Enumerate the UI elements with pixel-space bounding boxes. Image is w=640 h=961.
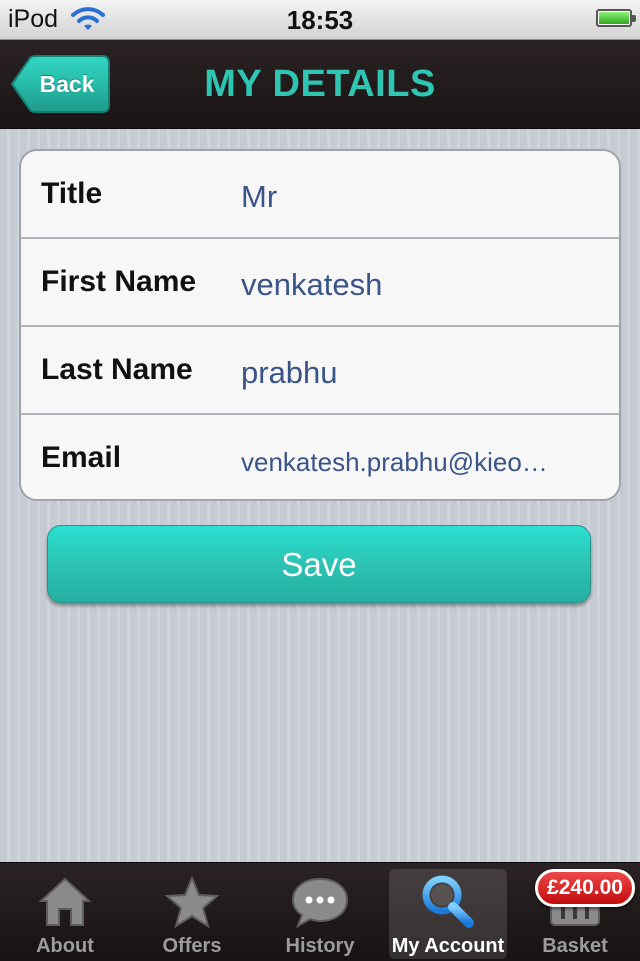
status-bar: iPod 18:53 [0, 0, 640, 40]
house-icon [38, 877, 92, 926]
back-button-label: Back [39, 71, 95, 97]
tab-history-label: History [285, 935, 355, 957]
save-button[interactable]: Save [47, 525, 591, 603]
title-row[interactable]: Title Mr [21, 151, 619, 239]
save-button-label: Save [281, 546, 357, 583]
email-label: Email [41, 441, 122, 474]
navigation-bar: MY DETAILS Back [0, 40, 640, 129]
tab-offers[interactable]: Offers [133, 869, 251, 959]
first-name-row[interactable]: First Name venkatesh [21, 239, 619, 327]
chat-bubble-icon [291, 877, 349, 929]
first-name-field[interactable]: venkatesh [241, 267, 382, 303]
title-label: Title [41, 177, 103, 210]
tab-basket-label: Basket [542, 935, 608, 957]
tab-about[interactable]: About [6, 869, 124, 959]
first-name-label: First Name [41, 265, 197, 298]
last-name-field[interactable]: prabhu [241, 355, 338, 391]
back-button[interactable]: Back [10, 55, 110, 113]
star-icon [164, 875, 220, 929]
tab-history[interactable]: History [261, 869, 379, 959]
email-row[interactable]: Email venkatesh.prabhu@kieo… [21, 415, 619, 499]
tab-my-account-label: My Account [391, 935, 505, 957]
basket-total-badge: £240.00 [535, 869, 635, 907]
tab-my-account[interactable]: My Account [389, 869, 507, 959]
email-field[interactable]: venkatesh.prabhu@kieo… [241, 447, 548, 478]
content-area: Title Mr First Name venkatesh Last Name … [0, 129, 640, 862]
tab-about-label: About [36, 935, 94, 957]
title-field[interactable]: Mr [241, 179, 277, 215]
status-time: 18:53 [286, 5, 354, 35]
last-name-row[interactable]: Last Name prabhu [21, 327, 619, 415]
last-name-label: Last Name [41, 353, 193, 386]
details-form: Title Mr First Name venkatesh Last Name … [19, 149, 621, 501]
magnifier-icon [422, 875, 474, 928]
battery-icon [596, 9, 636, 27]
tab-bar: About Offers History My Account Basket £… [0, 862, 640, 961]
tab-offers-label: Offers [162, 935, 222, 957]
